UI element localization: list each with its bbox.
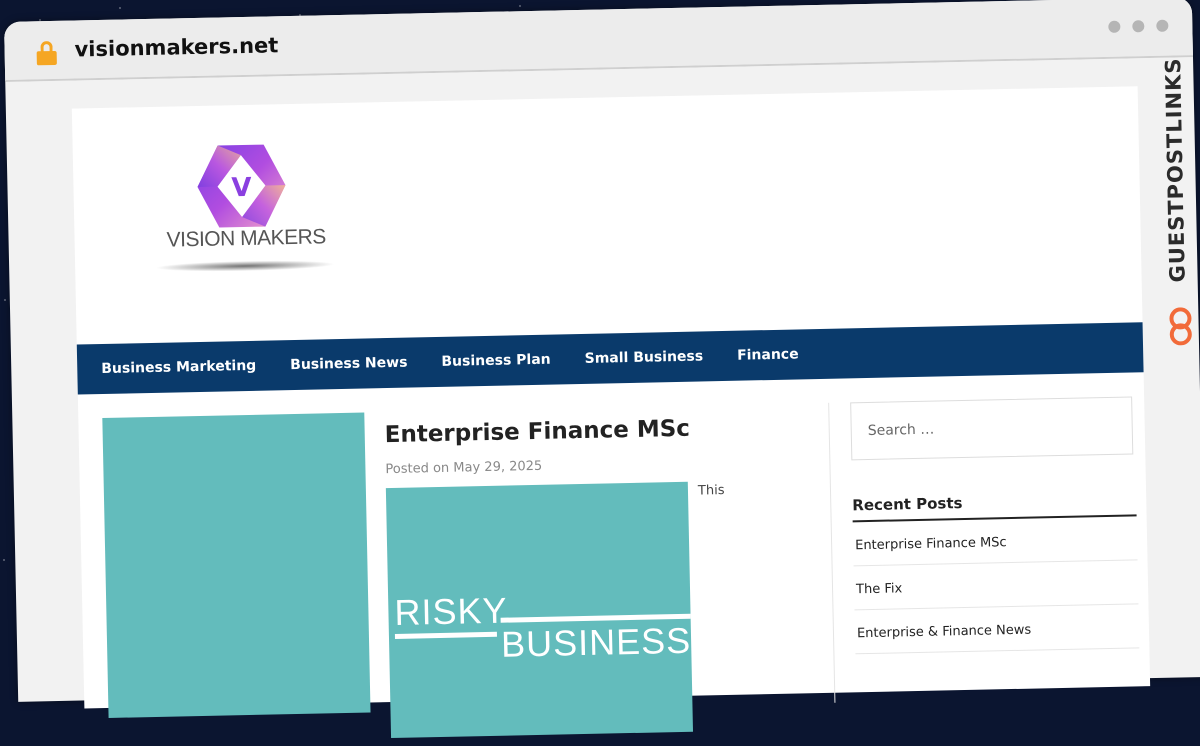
- window-controls: [1108, 19, 1169, 33]
- image-text-business: BUSINESS: [500, 619, 692, 665]
- address-bar-url[interactable]: visionmakers.net: [74, 33, 278, 61]
- site-logo[interactable]: V VISION MAKERS: [152, 133, 355, 287]
- watermark: GUESTPOSTLINKS: [1159, 57, 1195, 358]
- web-page: V VISION MAKERS Business Marketing Busin…: [71, 86, 1151, 739]
- svg-text:V: V: [231, 173, 252, 203]
- recent-post-link[interactable]: The Fix: [853, 560, 1139, 611]
- logo-text: VISION MAKERS: [166, 225, 327, 252]
- search-input[interactable]: Search …: [850, 396, 1134, 461]
- post-thumbnail[interactable]: [102, 412, 371, 718]
- nav-item-business-plan[interactable]: Business Plan: [441, 352, 551, 370]
- window-dot-icon[interactable]: [1108, 20, 1121, 33]
- main-navigation: Business Marketing Business News Busines…: [76, 322, 1144, 395]
- chain-link-icon: [1169, 307, 1192, 346]
- recent-post-link[interactable]: Enterprise Finance MSc: [852, 516, 1138, 567]
- watermark-text: GUESTPOSTLINKS: [1161, 57, 1190, 283]
- window-dot-icon[interactable]: [1132, 20, 1145, 33]
- image-divider: [394, 631, 497, 639]
- recent-post-link[interactable]: Enterprise & Finance News: [854, 604, 1140, 655]
- nav-item-small-business[interactable]: Small Business: [584, 348, 703, 366]
- image-text-risky: RISKY: [394, 589, 508, 633]
- post-featured-image[interactable]: RISKY BUSINESS: [385, 481, 694, 739]
- nav-item-finance[interactable]: Finance: [737, 346, 799, 363]
- logo-shadow: [155, 259, 336, 273]
- column-divider: [828, 402, 836, 703]
- nav-item-business-news[interactable]: Business News: [290, 355, 408, 373]
- sidebar: Search … Recent Posts Enterprise Finance…: [850, 396, 1140, 655]
- nav-item-business-marketing[interactable]: Business Marketing: [101, 358, 256, 377]
- browser-window: visionmakers.net V VISION MAKERS Busines…: [4, 0, 1200, 739]
- window-dot-icon[interactable]: [1156, 19, 1169, 32]
- post-excerpt: This: [697, 483, 725, 499]
- post-date: Posted on May 29, 2025: [385, 458, 543, 478]
- post-title[interactable]: Enterprise Finance MSc: [384, 413, 814, 448]
- hexagon-logo-icon: V: [197, 144, 286, 228]
- post-article: Enterprise Finance MSc Posted on May 29,…: [384, 403, 815, 739]
- lock-icon: [36, 40, 57, 66]
